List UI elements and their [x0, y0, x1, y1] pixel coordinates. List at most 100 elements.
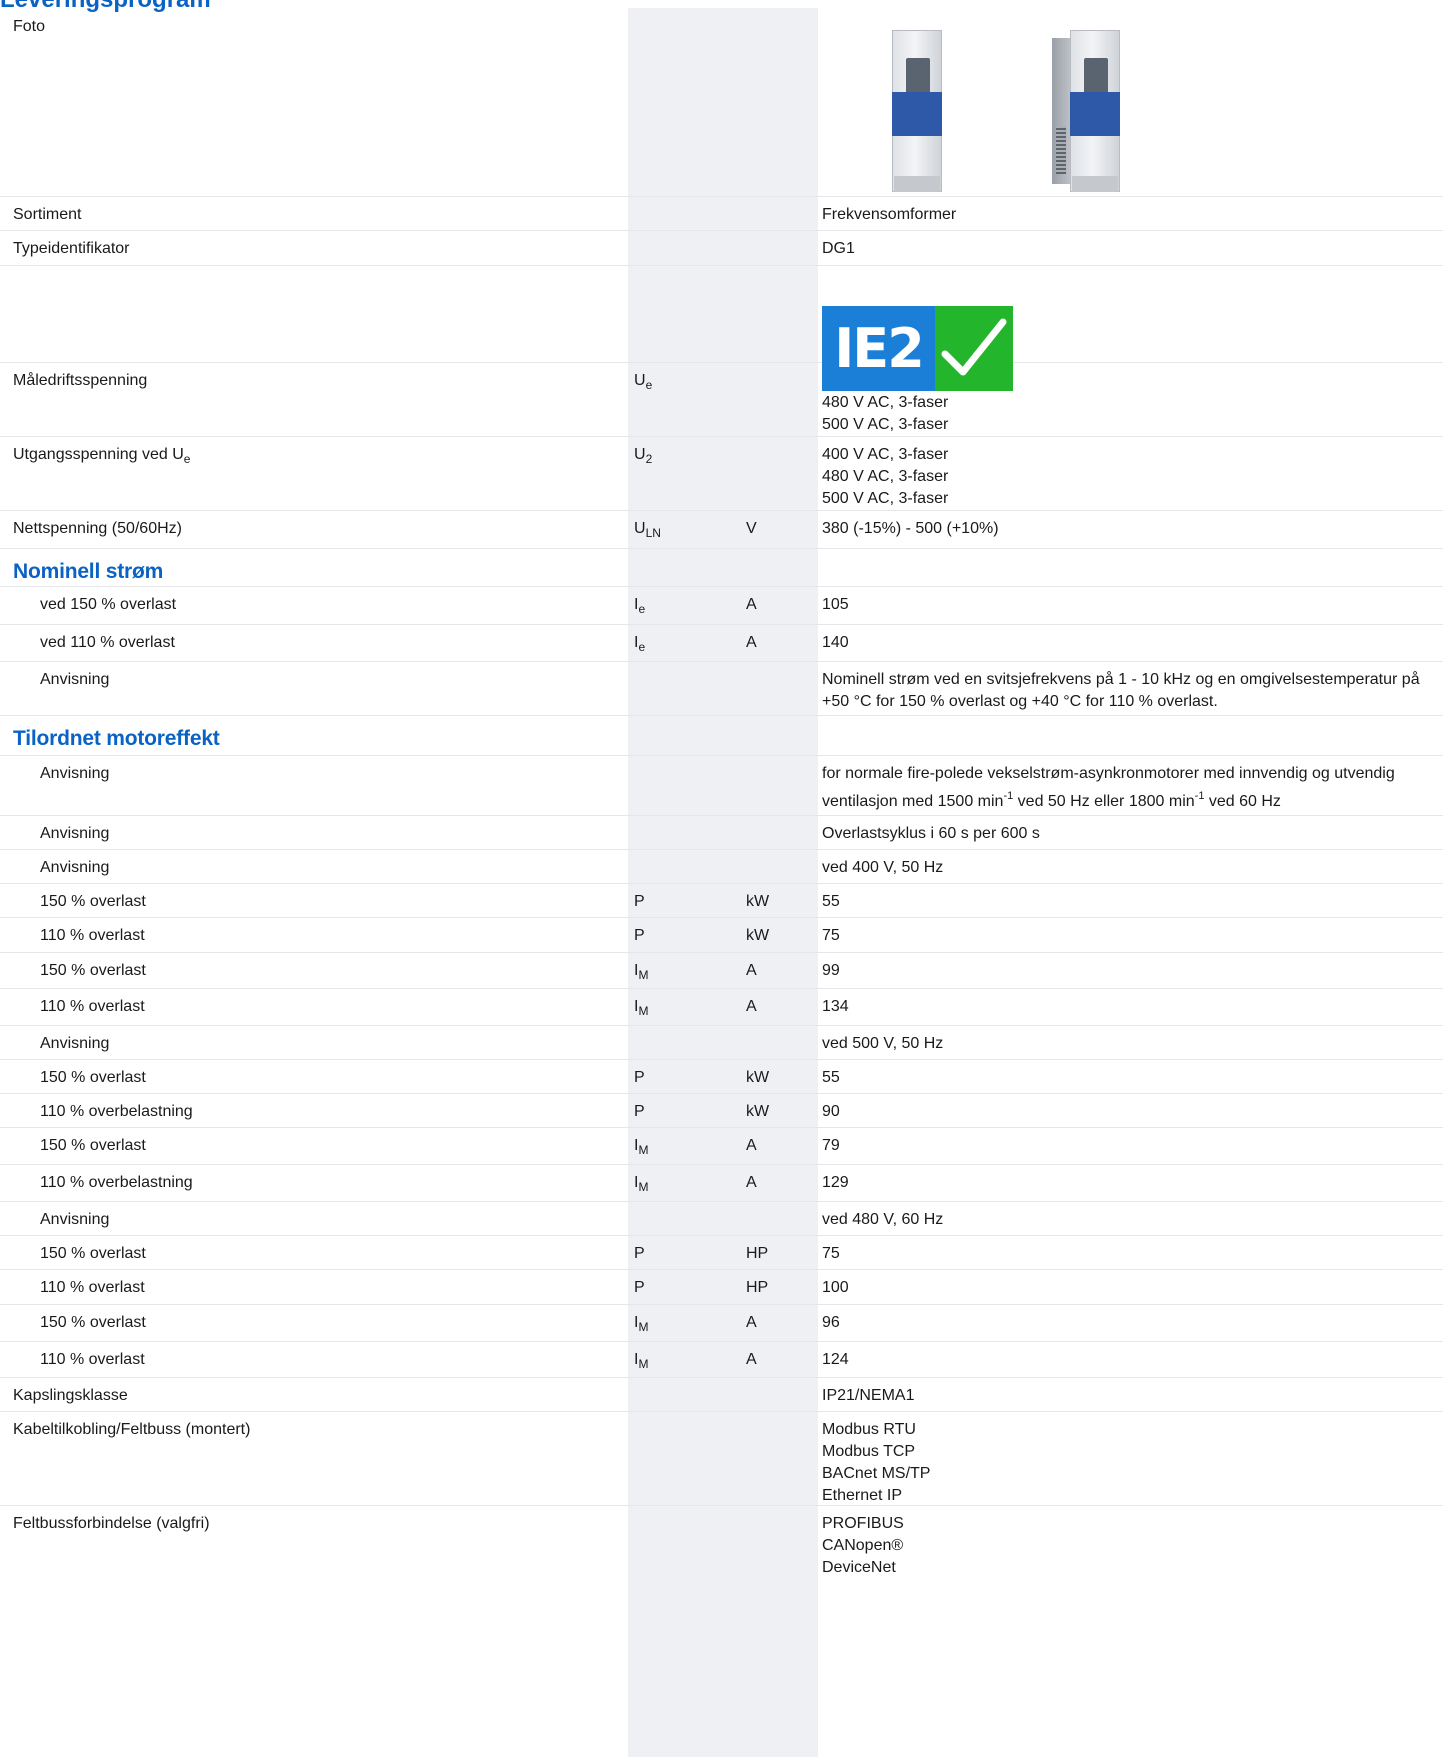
- row-value: 400 V AC, 3-faser 480 V AC, 3-faser 500 V …: [822, 444, 948, 510]
- row-symbol: IM: [634, 1172, 648, 1194]
- value-line: 100: [822, 1279, 849, 1296]
- base-text: 150 % overlast: [40, 1137, 146, 1154]
- value-line: ventilasjon med 1500 min-1 ved 50 Hz ell…: [822, 791, 1395, 813]
- row-separator: [0, 1093, 1443, 1094]
- row-value: 79: [822, 1135, 840, 1157]
- row-unit: kW: [746, 1069, 770, 1086]
- row-label: 110 % overlast: [40, 925, 145, 947]
- row-unit: A: [746, 1351, 757, 1368]
- section-title: Nominell strøm: [13, 561, 163, 583]
- row-symbol: P: [634, 1067, 645, 1089]
- row-unit: HP: [746, 1245, 769, 1262]
- row-value: 75: [822, 1243, 840, 1265]
- subscript: M: [638, 968, 649, 982]
- subscript: e: [645, 378, 653, 392]
- row-value: for normale fire-polede vekselstrøm-asyn…: [822, 763, 1395, 813]
- row-unit: kW: [746, 893, 770, 910]
- row-separator: [0, 1127, 1443, 1128]
- value-line: 75: [822, 927, 840, 944]
- row-symbol: Ue: [634, 370, 652, 392]
- value-line: 480 V AC, 3-faser: [822, 394, 949, 411]
- base-text: Kabeltilkobling/Feltbuss (montert): [13, 1421, 251, 1438]
- base-text: Kapslingsklasse: [13, 1387, 128, 1404]
- row-label: 110 % overbelastning: [40, 1172, 193, 1194]
- row-separator: [0, 1164, 1443, 1165]
- value-line: for normale fire-polede vekselstrøm-asyn…: [822, 765, 1395, 782]
- base-text: P: [634, 1279, 645, 1296]
- value-line: ved 400 V, 50 Hz: [822, 859, 944, 876]
- row-symbol: P: [634, 1243, 645, 1265]
- row-value: 140: [822, 632, 849, 654]
- row-value: 124: [822, 1349, 849, 1371]
- row-label: Sortiment: [13, 204, 81, 226]
- value-line: 75: [822, 1245, 840, 1262]
- base-text: Måledriftsspenning: [13, 372, 148, 389]
- row-label: 150 % overlast: [40, 891, 146, 913]
- drive-stripe: [892, 92, 942, 136]
- row-unit: A: [746, 596, 757, 613]
- base-text: Anvisning: [40, 671, 110, 688]
- row-label: Anvisning: [40, 857, 109, 879]
- row-symbol: IM: [634, 996, 648, 1018]
- base-text: 110 % overbelastning: [40, 1174, 193, 1191]
- row-value: 380 (-15%) - 500 (+10%): [822, 518, 999, 540]
- row-separator: [0, 1341, 1443, 1342]
- row-separator: [0, 1304, 1443, 1305]
- value-line: PROFIBUS: [822, 1515, 904, 1532]
- row-value: PROFIBUS CANopen® DeviceNet: [822, 1513, 904, 1579]
- subscript: e: [638, 640, 646, 654]
- row-value: 96: [822, 1312, 840, 1334]
- value-line: 99: [822, 962, 840, 979]
- base-text: 110 % overlast: [40, 1279, 145, 1296]
- value-line: ved 500 V, 50 Hz: [822, 1035, 944, 1052]
- base-text: Nettspenning (50/60Hz): [13, 520, 182, 537]
- base-text: Utgangsspenning ved U: [13, 446, 184, 463]
- value-line: +50 °C for 150 % overlast og +40 °C for …: [822, 693, 1218, 710]
- base-text: 150 % overlast: [40, 1069, 146, 1086]
- value-line: Ethernet IP: [822, 1487, 903, 1504]
- base-text: P: [634, 1103, 645, 1120]
- drive-foot: [1072, 176, 1118, 192]
- row-separator: [0, 1411, 1443, 1412]
- base-text: Anvisning: [40, 1035, 110, 1052]
- row-separator: [0, 815, 1443, 816]
- row-symbol: P: [634, 1101, 645, 1123]
- value-line: 96: [822, 1314, 840, 1331]
- base-text: 150 % overlast: [40, 962, 146, 979]
- row-unit: kW: [746, 927, 770, 944]
- row-label: Typeidentifikator: [13, 238, 130, 260]
- row-separator: [0, 661, 1443, 662]
- value-line: DeviceNet: [822, 1559, 896, 1576]
- row-value: 100: [822, 1277, 849, 1299]
- product-photos: [888, 30, 1408, 192]
- base-text: Foto: [13, 18, 46, 35]
- row-value: Nominell strøm ved en svitsjefrekvens på…: [822, 669, 1420, 713]
- page-heading: Leveringsprogram: [0, 0, 211, 14]
- value-line: 55: [822, 893, 840, 910]
- row-unit: kW: [746, 1103, 770, 1120]
- ie2-text: IE2: [822, 306, 935, 391]
- value-line: CANopen®: [822, 1537, 904, 1554]
- row-symbol: U2: [634, 444, 652, 466]
- row-separator: [0, 265, 1443, 266]
- row-unit: A: [746, 1137, 757, 1154]
- subscript: M: [638, 1320, 649, 1334]
- row-value: 55: [822, 891, 840, 913]
- base-text: Tilordnet motoreffekt: [13, 727, 220, 750]
- value-line: 400 V AC, 3-faser: [822, 446, 949, 463]
- row-unit: A: [746, 1314, 757, 1331]
- row-value: Modbus RTU Modbus TCP BACnet MS/TP Ethernet…: [822, 1419, 930, 1507]
- base-text: ved 150 % overlast: [40, 596, 177, 613]
- check-icon: [935, 306, 1013, 391]
- superscript: -1: [1194, 790, 1205, 802]
- row-separator: [0, 1269, 1443, 1270]
- row-symbol: IM: [634, 1349, 648, 1371]
- base-text: P: [634, 893, 645, 910]
- value-line: ved 480 V, 60 Hz: [822, 1211, 944, 1228]
- row-separator: [0, 952, 1443, 953]
- row-value: IP21/NEMA1: [822, 1385, 914, 1407]
- value-line: Nominell strøm ved en svitsjefrekvens på…: [822, 671, 1420, 688]
- base-text: U: [634, 520, 646, 537]
- base-text: P: [634, 1069, 645, 1086]
- drive-stripe: [1070, 92, 1120, 136]
